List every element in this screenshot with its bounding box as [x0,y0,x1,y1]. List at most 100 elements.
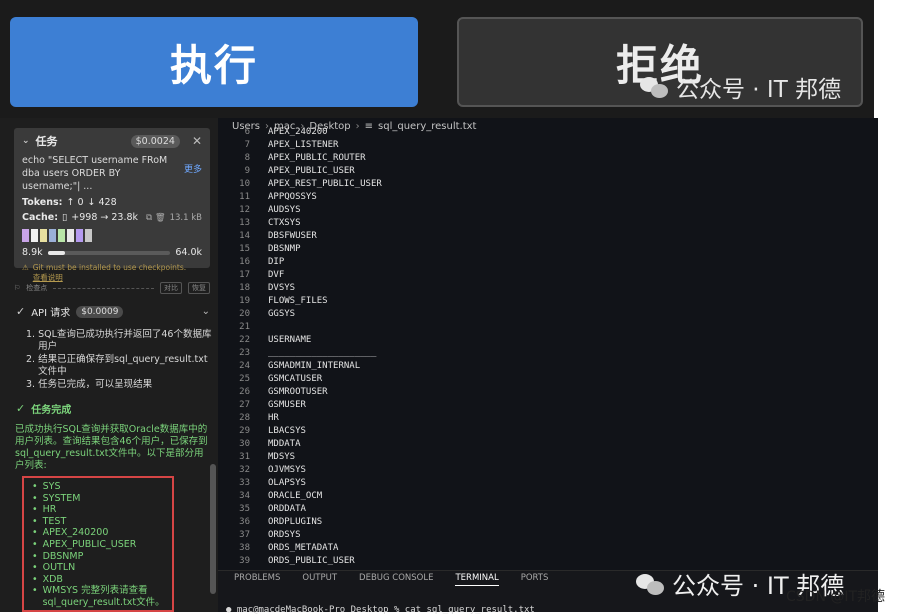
code-line: 21 [218,321,878,334]
line-number: 8 [244,153,250,163]
line-text: USERNAME [268,335,312,345]
code-line: 6 APEX_240200 [218,126,878,139]
line-number: 26 [239,387,250,397]
line-number: 31 [239,452,250,462]
line-text: DBSFWUSER [268,231,317,241]
context-window-bar [47,250,171,255]
run-button[interactable]: 执行 [10,17,418,107]
user-list-highlight: • SYS • SYSTEM • HR • TEST • APEX_240200 • APE… [22,476,174,612]
list-item: • TEST [32,515,67,527]
approval-bar: 执行 拒绝 公众号 · IT 邦德 [0,0,874,118]
code-line: 26 GSMROOTUSER [218,386,878,399]
warning-icon: ⚠ [22,263,29,272]
task-command: echo "SELECT username FRoM dba users ORD… [22,155,168,192]
list-item: • HR [32,504,57,516]
context-window-fill [47,250,65,255]
code-line: 12 AUDSYS [218,204,878,217]
line-text: APEX_PUBLIC_USER [268,166,355,176]
line-text: DBSNMP [268,244,301,254]
line-number: 25 [239,374,250,384]
line-number: 6 [244,127,250,137]
line-number: 10 [239,179,250,189]
line-text: DVSYS [268,283,296,293]
line-number: 22 [239,335,250,345]
restore-button[interactable]: 恢复 [188,282,210,294]
code-line: 28 HR [218,412,878,425]
line-text: GGSYS [268,309,296,319]
color-swatch [67,229,74,242]
line-text: ORDDATA [268,504,306,514]
line-number: 30 [239,439,250,449]
scrollbar-thumb[interactable] [210,464,216,594]
copy-icon[interactable]: ⧉ 🗑 [146,213,166,223]
chevron-down-icon[interactable]: ⌄ [22,136,30,146]
tab-output[interactable]: OUTPUT [302,573,337,586]
line-number: 24 [239,361,250,371]
line-text: ORDS_METADATA [268,543,339,553]
cache-label: Cache: [22,212,59,223]
code-line: 19 FLOWS_FILES [218,295,878,308]
line-number: 29 [239,426,250,436]
cache-value: +998 → 23.8k [71,212,139,223]
color-swatch [31,229,38,242]
code-line: 32 OJVMSYS [218,464,878,477]
assistant-panel: ⌄ 任务 $0.0024 ✕ echo "SELECT username FRo… [0,118,218,612]
tab-debug-console[interactable]: DEBUG CONSOLE [359,573,433,586]
line-text: APEX_LISTENER [268,140,339,150]
list-item: • DBSNMP [32,550,84,562]
more-link[interactable]: 更多 [184,164,202,177]
line-text: MDSYS [268,452,296,462]
line-number: 18 [239,283,250,293]
warning-link[interactable]: 查看说明 [33,273,63,282]
code-line: 27 GSMUSER [218,399,878,412]
code-line: 15 DBSNMP [218,243,878,256]
close-icon[interactable]: ✕ [192,134,202,148]
chevron-down-icon[interactable]: ⌄ [202,306,210,317]
line-number: 23 [239,348,250,358]
line-text: LBACSYS [268,426,306,436]
tab-problems[interactable]: PROBLEMS [234,573,280,586]
color-swatch [22,229,29,242]
api-request-header[interactable]: ✓ API 请求 $0.0009 ⌄ [16,304,210,319]
line-text: GSMROOTUSER [268,387,328,397]
api-label: API 请求 [31,308,71,319]
tokens-up: ↑ 0 [66,197,84,208]
line-text: AUDSYS [268,205,301,215]
line-text: MDDATA [268,439,301,449]
color-swatch [40,229,47,242]
code-line: 37 ORDSYS [218,529,878,542]
list-item: • SYSTEM [32,492,81,504]
line-number: 14 [239,231,250,241]
compare-button[interactable]: 对比 [160,282,182,294]
line-text: ORDPLUGINS [268,517,323,527]
terminal-prompt[interactable]: ● mac@macdeMacBook-Pro Desktop % cat sql… [226,605,535,615]
line-number: 39 [239,556,250,566]
check-icon: ✓ [16,305,26,318]
line-text: GSMUSER [268,400,306,410]
code-line: 34 ORACLE_OCM [218,490,878,503]
api-cost-badge: $0.0009 [76,305,124,318]
line-number: 11 [239,192,250,202]
api-steps-list: 1. SQL查询已成功执行并返回了46个数据库用户 2. 结果已正确保存到sql_q… [26,329,212,392]
line-number: 20 [239,309,250,319]
watermark-text: 公众号 · IT 邦德 [676,77,842,103]
checkpoint-warning: Git must be installed to use checkpoints… [32,263,187,272]
code-line: 18 DVSYS [218,282,878,295]
code-line: 33 OLAPSYS [218,477,878,490]
line-number: 33 [239,478,250,488]
line-text: APEX_REST_PUBLIC_USER [268,179,382,189]
code-editor[interactable]: Users › mac › Desktop › ≡ sql_query_result.… [218,118,878,570]
list-item: • WMSYS 完整列表请查看sql_query_result.txt文件。 [32,585,165,608]
line-number: 27 [239,400,250,410]
list-item: 3. 任务已完成，可以呈现结果 [26,379,153,390]
list-item: 2. 结果已正确保存到sql_query_result.txt文件中 [26,354,208,377]
line-text: HR [268,413,279,423]
task-cost-badge: $0.0024 [130,134,180,148]
list-item: • APEX_240200 [32,527,109,539]
tab-terminal[interactable]: TERMINAL [455,573,499,586]
color-swatch [85,229,92,242]
line-number: 17 [239,270,250,280]
code-line: 13 CTXSYS [218,217,878,230]
cache-icon: ▯ [62,212,68,223]
tab-ports[interactable]: PORTS [521,573,549,586]
